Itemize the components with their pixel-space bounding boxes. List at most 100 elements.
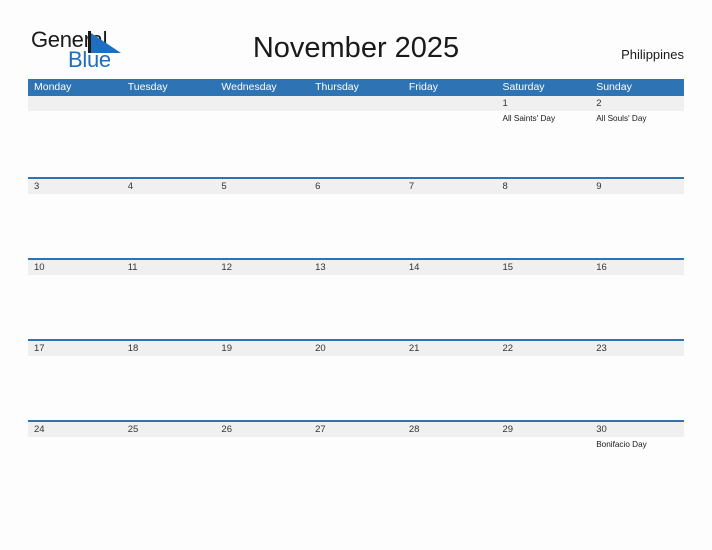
day-number[interactable]: 20: [309, 341, 403, 356]
page-header-bar: General Blue November 2025 Philippines: [0, 0, 712, 79]
day-events[interactable]: [122, 356, 216, 420]
weekday-header-saturday: Saturday: [502, 81, 545, 93]
weekday-header-monday: Monday: [34, 81, 72, 93]
day-number[interactable]: 6: [309, 179, 403, 194]
day-number[interactable]: 10: [28, 260, 122, 275]
day-events[interactable]: [403, 275, 497, 339]
day-number[interactable]: [215, 96, 309, 111]
day-events[interactable]: All Souls' Day: [590, 111, 684, 175]
calendar-week-row: 10 11 12 13 14 15 16: [28, 258, 684, 339]
day-events[interactable]: [28, 356, 122, 420]
week-event-band: All Saints' Day All Souls' Day: [28, 111, 684, 175]
day-number[interactable]: 12: [215, 260, 309, 275]
day-number[interactable]: 9: [590, 179, 684, 194]
day-events[interactable]: All Saints' Day: [497, 111, 591, 175]
day-number[interactable]: 4: [122, 179, 216, 194]
day-events[interactable]: [497, 356, 591, 420]
day-number[interactable]: 27: [309, 422, 403, 437]
day-events[interactable]: [215, 111, 309, 175]
region-label: Philippines: [621, 47, 684, 62]
day-number[interactable]: 26: [215, 422, 309, 437]
day-events[interactable]: [403, 111, 497, 175]
day-events[interactable]: [28, 194, 122, 258]
day-events[interactable]: [122, 194, 216, 258]
day-events[interactable]: [309, 275, 403, 339]
day-number[interactable]: 7: [403, 179, 497, 194]
day-events[interactable]: [215, 194, 309, 258]
weekday-header-wednesday: Wednesday: [221, 81, 277, 93]
day-number[interactable]: 28: [403, 422, 497, 437]
day-number[interactable]: 22: [497, 341, 591, 356]
calendar-week-row: 17 18 19 20 21 22 23: [28, 339, 684, 420]
weekday-header-friday: Friday: [408, 81, 438, 93]
day-number[interactable]: 11: [122, 260, 216, 275]
day-events[interactable]: [590, 356, 684, 420]
day-number[interactable]: 21: [403, 341, 497, 356]
day-number[interactable]: [403, 96, 497, 111]
weekday-header-row: Monday Tuesday Wednesday Thursday Friday…: [28, 79, 684, 96]
day-number[interactable]: 8: [497, 179, 591, 194]
holiday-label: All Souls' Day: [596, 114, 647, 123]
day-number[interactable]: 29: [497, 422, 591, 437]
day-number[interactable]: 2: [590, 96, 684, 111]
weekday-header-thursday: Thursday: [315, 81, 359, 93]
day-events[interactable]: [590, 194, 684, 258]
weekday-header-tuesday: Tuesday: [127, 81, 168, 93]
day-events[interactable]: [590, 275, 684, 339]
day-events[interactable]: [309, 356, 403, 420]
day-number[interactable]: 1: [497, 96, 591, 111]
week-date-band: 17 18 19 20 21 22 23: [28, 340, 684, 356]
day-events[interactable]: [403, 194, 497, 258]
day-events[interactable]: [215, 437, 309, 501]
day-events[interactable]: [309, 111, 403, 175]
day-events[interactable]: Bonifacio Day: [590, 437, 684, 501]
week-event-band: [28, 275, 684, 339]
day-events[interactable]: [403, 356, 497, 420]
weekday-header-sunday: Sunday: [596, 81, 632, 93]
day-number[interactable]: 17: [28, 341, 122, 356]
day-number[interactable]: 23: [590, 341, 684, 356]
day-events[interactable]: [215, 275, 309, 339]
day-number[interactable]: [122, 96, 216, 111]
day-number[interactable]: 13: [309, 260, 403, 275]
day-number[interactable]: 5: [215, 179, 309, 194]
page-title: November 2025: [252, 32, 460, 64]
week-date-band: 10 11 12 13 14 15 16: [28, 259, 684, 275]
week-date-band: 1 2: [28, 96, 684, 111]
day-events[interactable]: [28, 437, 122, 501]
day-events[interactable]: [309, 437, 403, 501]
week-event-band: [28, 194, 684, 258]
day-number[interactable]: 16: [590, 260, 684, 275]
day-number[interactable]: [28, 96, 122, 111]
day-events[interactable]: [122, 275, 216, 339]
day-number[interactable]: 30: [590, 422, 684, 437]
day-events[interactable]: [497, 275, 591, 339]
day-number[interactable]: 14: [403, 260, 497, 275]
holiday-label: All Saints' Day: [502, 114, 556, 123]
day-number[interactable]: 19: [215, 341, 309, 356]
week-event-band: [28, 356, 684, 420]
day-events[interactable]: [122, 437, 216, 501]
day-events[interactable]: [28, 275, 122, 339]
week-event-band: Bonifacio Day: [28, 437, 684, 501]
day-events[interactable]: [497, 437, 591, 501]
day-events[interactable]: [28, 111, 122, 175]
day-number[interactable]: [309, 96, 403, 111]
calendar-week-row: 1 2 All Saints' Day All Souls' Day: [28, 96, 684, 177]
day-events[interactable]: [215, 356, 309, 420]
calendar-week-row: 24 25 26 27 28 29 30 Bonifacio Day: [28, 420, 684, 501]
day-number[interactable]: 25: [122, 422, 216, 437]
day-events[interactable]: [309, 194, 403, 258]
day-number[interactable]: 18: [122, 341, 216, 356]
week-date-band: 24 25 26 27 28 29 30: [28, 421, 684, 437]
day-events[interactable]: [403, 437, 497, 501]
holiday-label: Bonifacio Day: [596, 439, 647, 449]
day-number[interactable]: 24: [28, 422, 122, 437]
calendar-grid: Monday Tuesday Wednesday Thursday Friday…: [28, 79, 684, 501]
day-number[interactable]: 15: [497, 260, 591, 275]
calendar-week-row: 3 4 5 6 7 8 9: [28, 177, 684, 258]
day-number[interactable]: 3: [28, 179, 122, 194]
week-date-band: 3 4 5 6 7 8 9: [28, 178, 684, 194]
day-events[interactable]: [497, 194, 591, 258]
day-events[interactable]: [122, 111, 216, 175]
